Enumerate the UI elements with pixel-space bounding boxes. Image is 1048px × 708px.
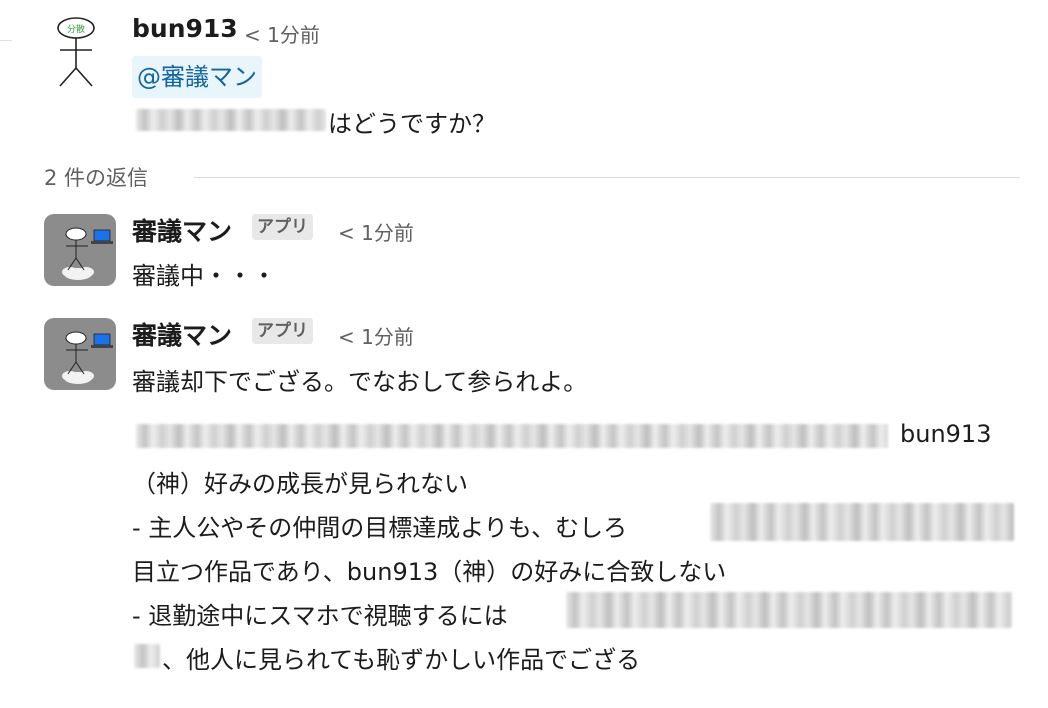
reply-text-line: bun913 <box>900 420 992 448</box>
reply-timestamp[interactable]: < 1分前 <box>338 321 414 350</box>
reply-author[interactable]: 審議マン <box>132 212 232 248</box>
redacted-text <box>134 644 160 668</box>
mention-chip[interactable]: @審議マン <box>132 56 262 98</box>
replies-count[interactable]: 2 件の返信 <box>44 162 148 192</box>
app-badge: アプリ <box>252 318 313 344</box>
stick-figure-laptop-cloud-icon <box>62 227 113 280</box>
redacted-text <box>566 592 1012 628</box>
slack-thread-view: 分散 bun913 < 1分前 @審議マン はどうですか？ 2 件の返信 審議マ… <box>0 0 1048 708</box>
replies-divider <box>194 177 1020 178</box>
message-text: はどうですか？ <box>328 110 496 138</box>
app-avatar[interactable] <box>44 318 116 390</box>
redacted-text <box>136 109 326 131</box>
message-author[interactable]: bun913 <box>132 14 238 43</box>
reply-text-line: - 退勤途中にスマホで視聴するには <box>132 602 508 630</box>
reply-text-line: 、他人に見られても恥ずかしい作品でござる <box>162 646 641 674</box>
redacted-text <box>136 424 888 448</box>
stick-figure-laptop-cloud-icon <box>62 331 113 384</box>
message-timestamp[interactable]: < 1分前 <box>244 19 320 48</box>
pane-divider <box>0 40 12 41</box>
avatar-label: 分散 <box>67 23 85 35</box>
app-avatar[interactable] <box>44 214 116 286</box>
reply-text: 審議中・・・ <box>132 262 276 290</box>
redacted-text <box>710 503 1014 541</box>
app-badge: アプリ <box>252 214 313 240</box>
reply-text-line: 審議却下でござる。でなおして参られよ。 <box>132 368 588 396</box>
reply-text-line: 目立つ作品であり、bun913（神）の好みに合致しない <box>132 558 727 586</box>
reply-author[interactable]: 審議マン <box>132 316 232 352</box>
reply-text-line: - 主人公やその仲間の目標達成よりも、むしろ <box>132 514 628 542</box>
user-avatar-stick-figure[interactable]: 分散 <box>48 14 104 94</box>
reply-text-line: （神）好みの成長が見られない <box>132 470 468 498</box>
stick-figure-icon: 分散 <box>57 17 95 87</box>
reply-timestamp[interactable]: < 1分前 <box>338 217 414 246</box>
